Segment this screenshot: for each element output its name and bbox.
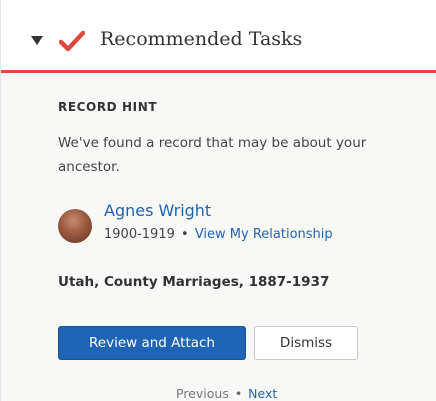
avatar[interactable]	[58, 209, 92, 243]
view-relationship-link[interactable]: View My Relationship	[195, 227, 333, 242]
recommended-tasks-panel: Recommended Tasks RECORD HINT We've foun…	[0, 0, 436, 401]
panel-header[interactable]: Recommended Tasks	[1, 0, 436, 73]
pager-separator: •	[234, 386, 243, 401]
person-lifespan: 1900-1919	[104, 227, 175, 242]
person-meta: 1900-1919 • View My Relationship	[104, 227, 333, 242]
review-and-attach-button[interactable]: Review and Attach	[58, 326, 246, 360]
record-hint-label: RECORD HINT	[58, 100, 158, 114]
checkmark-icon	[59, 30, 85, 52]
next-link[interactable]: Next	[248, 386, 277, 401]
record-collection: Utah, County Marriages, 1887-1937	[58, 274, 330, 290]
meta-separator: •	[181, 227, 189, 242]
person-name-link[interactable]: Agnes Wright	[104, 201, 211, 220]
previous-link[interactable]: Previous	[176, 386, 229, 401]
hint-pager: Previous • Next	[176, 386, 277, 401]
dismiss-button[interactable]: Dismiss	[254, 326, 358, 360]
panel-title: Recommended Tasks	[100, 28, 303, 50]
chevron-down-icon[interactable]	[31, 36, 43, 45]
record-hint-message: We've found a record that may be about y…	[58, 135, 367, 175]
